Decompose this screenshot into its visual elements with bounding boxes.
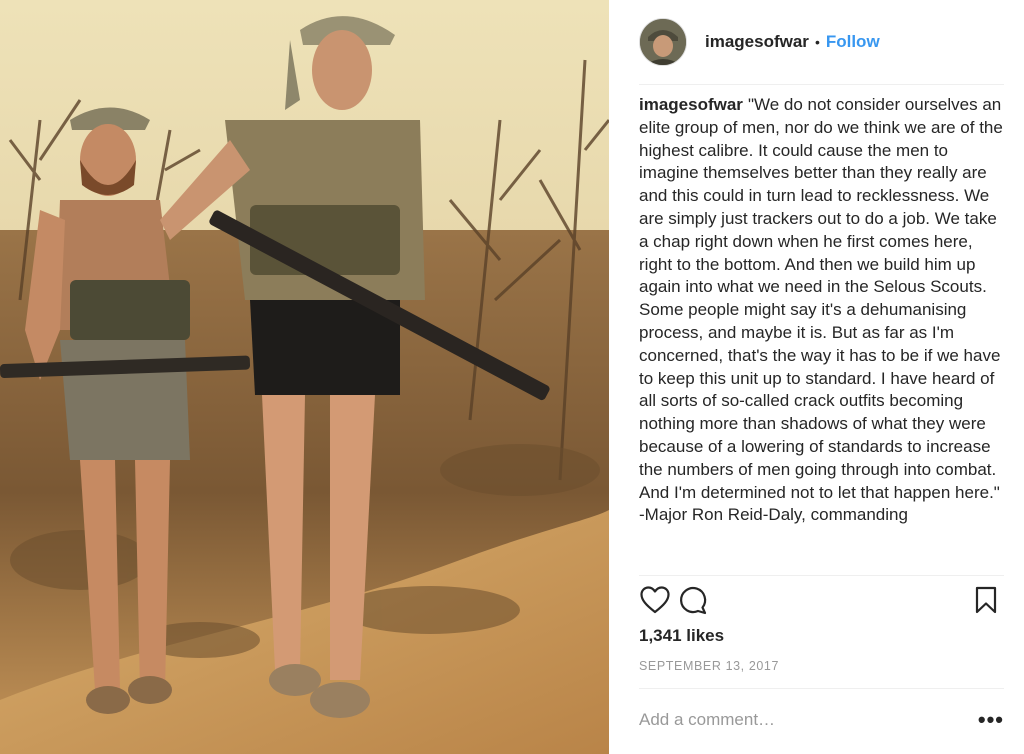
bookmark-icon[interactable] [970,584,1002,616]
more-options-icon[interactable]: ••• [978,709,1004,731]
username[interactable]: imagesofwar [705,32,809,52]
caption: imagesofwar "We do not consider ourselves… [639,94,1007,572]
caption-text: "We do not consider ourselves an elite g… [639,95,1003,525]
post-photo[interactable] [0,0,609,754]
speech-bubble-icon[interactable] [677,584,709,616]
soldiers-photo-illustration [0,0,609,754]
post-side-panel: imagesofwar • Follow imagesofwar "We do n… [609,0,1024,754]
avatar[interactable] [639,18,687,66]
post-date[interactable]: SEPTEMBER 13, 2017 [639,659,779,673]
action-bar [639,582,1002,618]
heart-icon[interactable] [639,584,671,616]
header-divider [639,84,1004,85]
post-header: imagesofwar • Follow [639,16,880,68]
caption-username[interactable]: imagesofwar [639,95,743,114]
avatar-image [640,19,686,65]
comment-input[interactable] [639,710,978,730]
follow-button[interactable]: Follow [826,32,880,52]
likes-count[interactable]: 1,341 likes [639,626,724,646]
comment-divider [639,688,1004,689]
separator-dot: • [814,34,820,50]
caption-divider [639,575,1004,576]
instagram-post: imagesofwar • Follow imagesofwar "We do n… [0,0,1024,754]
comment-row: ••• [639,700,1004,740]
